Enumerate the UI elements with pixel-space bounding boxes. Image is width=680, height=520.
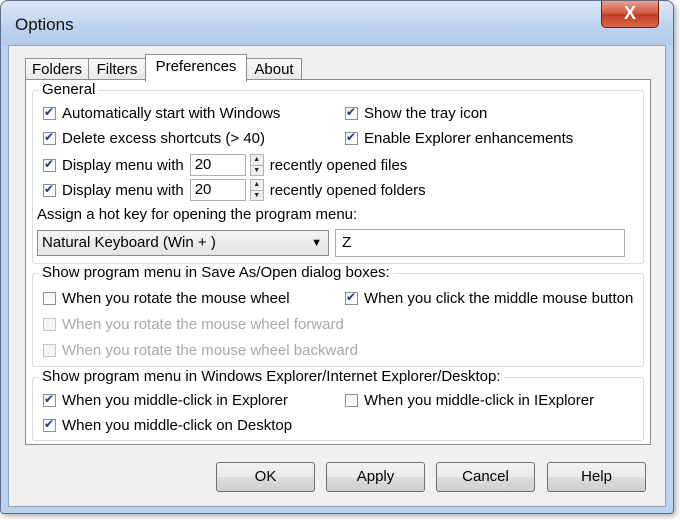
rotate-wheel-label: When you rotate the mouse wheel (62, 289, 290, 307)
explorer-enhancements-row[interactable]: Enable Explorer enhancements (345, 128, 573, 148)
explorer-group: Show program menu in Windows Explorer/In… (32, 368, 644, 441)
saveas-group: Show program menu in Save As/Open dialog… (32, 264, 644, 367)
close-icon: X (623, 3, 636, 23)
apply-button[interactable]: Apply (326, 462, 425, 492)
middle-iexplorer-row[interactable]: When you middle-click in IExplorer (345, 390, 594, 410)
title-bar[interactable]: Options X (1, 1, 673, 45)
middle-explorer-row[interactable]: When you middle-click in Explorer (43, 390, 288, 410)
middle-button-checkbox[interactable] (345, 290, 358, 305)
rotate-wheel-checkbox[interactable] (43, 291, 56, 305)
explorer-enhancements-label: Enable Explorer enhancements (364, 129, 574, 147)
spin-down-icon[interactable]: ▼ (250, 190, 263, 201)
window-title: Options (15, 15, 74, 34)
spin-up-icon[interactable]: ▲ (251, 180, 263, 190)
hotkey-key-input[interactable]: Z (335, 229, 625, 257)
rotate-forward-label: When you rotate the mouse wheel forward (62, 315, 344, 333)
tray-icon-label: Show the tray icon (364, 104, 488, 122)
recent-folders-label: recently opened folders (269, 181, 426, 199)
dialog-client: Folders Filters Preferences About Genera… (8, 45, 666, 507)
ok-button[interactable]: OK (216, 462, 315, 492)
help-button[interactable]: Help (547, 462, 646, 492)
display-menu-folders-label: Display menu with (62, 181, 184, 199)
auto-start-row[interactable]: Automatically start with Windows (43, 103, 280, 123)
middle-desktop-label: When you middle-click on Desktop (62, 416, 293, 434)
close-button[interactable]: X (601, 1, 659, 28)
middle-button-label: When you click the middle mouse button (364, 289, 634, 307)
cancel-button[interactable]: Cancel (436, 462, 535, 492)
delete-shortcuts-checkbox[interactable] (43, 130, 56, 145)
auto-start-checkbox[interactable] (43, 105, 56, 120)
hotkey-modifier-select[interactable]: Natural Keyboard (Win + ) ▼ (37, 230, 329, 256)
recent-files-spinner[interactable]: ▲ ▼ (249, 154, 264, 176)
recent-folders-checkbox[interactable] (43, 182, 56, 197)
tab-filters[interactable]: Filters (88, 58, 146, 81)
middle-iexplorer-checkbox[interactable] (345, 393, 358, 407)
rotate-backward-label: When you rotate the mouse wheel backward (62, 341, 358, 359)
general-group: General Automatically start with Windows… (32, 81, 644, 264)
saveas-legend: Show program menu in Save As/Open dialog… (39, 264, 393, 281)
delete-shortcuts-label: Delete excess shortcuts (> 40) (62, 129, 266, 147)
spin-down-icon[interactable]: ▼ (250, 165, 263, 176)
options-window: Options X Folders Filters Preferences Ab… (0, 0, 674, 514)
tab-preferences[interactable]: Preferences (145, 54, 247, 82)
rotate-forward-checkbox (43, 317, 56, 331)
recent-files-count-input[interactable]: 20 (189, 154, 246, 176)
hotkey-label: Assign a hot key for opening the program… (37, 205, 358, 223)
middle-explorer-label: When you middle-click in Explorer (62, 391, 288, 409)
explorer-enhancements-checkbox[interactable] (345, 130, 358, 145)
tray-icon-checkbox[interactable] (345, 105, 358, 120)
hotkey-modifier-value: Natural Keyboard (Win + ) (42, 234, 216, 251)
middle-desktop-checkbox[interactable] (43, 417, 56, 432)
delete-shortcuts-row[interactable]: Delete excess shortcuts (> 40) (43, 128, 265, 148)
recent-folders-spinner[interactable]: ▲ ▼ (249, 179, 264, 201)
preferences-panel: General Automatically start with Windows… (25, 79, 651, 445)
explorer-legend: Show program menu in Windows Explorer/In… (39, 368, 504, 385)
general-legend: General (39, 81, 99, 98)
rotate-wheel-row[interactable]: When you rotate the mouse wheel (43, 288, 290, 308)
recent-folders-count-input[interactable]: 20 (189, 179, 246, 201)
display-menu-files-label: Display menu with (62, 156, 184, 174)
spin-up-icon[interactable]: ▲ (251, 155, 263, 165)
tray-icon-row[interactable]: Show the tray icon (345, 103, 487, 123)
recent-folders-row: Display menu with 20 ▲▼ recently opened … (43, 178, 426, 202)
tab-about[interactable]: About (246, 58, 302, 81)
middle-explorer-checkbox[interactable] (43, 392, 56, 407)
recent-files-row: Display menu with 20 ▲▼ recently opened … (43, 153, 407, 177)
rotate-backward-row: When you rotate the mouse wheel backward (43, 340, 358, 360)
auto-start-label: Automatically start with Windows (62, 104, 281, 122)
recent-files-label: recently opened files (269, 156, 408, 174)
middle-button-row[interactable]: When you click the middle mouse button (345, 288, 633, 308)
chevron-down-icon: ▼ (311, 237, 322, 249)
middle-iexplorer-label: When you middle-click in IExplorer (364, 391, 595, 409)
recent-files-checkbox[interactable] (43, 157, 56, 172)
rotate-forward-row: When you rotate the mouse wheel forward (43, 314, 344, 334)
tab-folders[interactable]: Folders (25, 58, 89, 81)
middle-desktop-row[interactable]: When you middle-click on Desktop (43, 415, 292, 435)
rotate-backward-checkbox (43, 343, 56, 357)
